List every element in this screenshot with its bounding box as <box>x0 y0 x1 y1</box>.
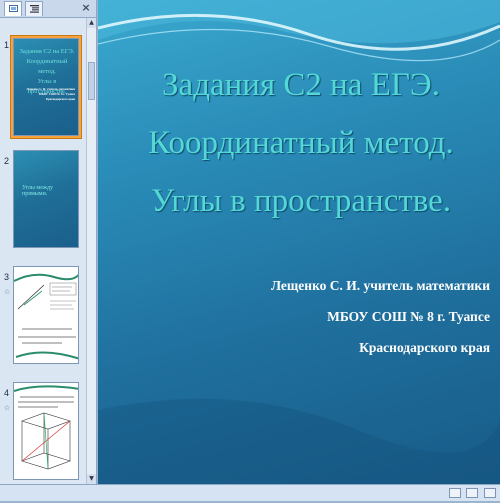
slide-number: 4 <box>4 388 10 398</box>
author-line: МБОУ СОШ № 8 г. Туапсе <box>327 309 490 324</box>
slide-number: 3 <box>4 272 10 282</box>
scroll-down-icon[interactable]: ▼ <box>87 474 96 484</box>
slideshow-button[interactable] <box>484 488 496 498</box>
slide-diagram <box>14 385 78 470</box>
author-line: Краснодарского края <box>359 340 490 355</box>
slide-preview <box>13 382 79 480</box>
slide-diagram <box>14 273 78 360</box>
outline-icon <box>30 5 39 13</box>
view-buttons <box>446 487 496 503</box>
thumb-text: Углы между прямыми. <box>22 185 54 197</box>
slide-preview: Углы между прямыми. <box>13 150 79 248</box>
slide-canvas[interactable]: Задания С2 на ЕГЭ. Координатный метод. У… <box>98 0 500 484</box>
thumb-author-line: Краснодарского края <box>45 97 75 101</box>
author-line: Лещенко С. И. учитель математики <box>270 278 490 293</box>
title-line: Задания С2 на ЕГЭ. <box>162 67 440 103</box>
outline-tab[interactable] <box>25 1 43 16</box>
slide-preview: Задания С2 на ЕГЭ. Координатный метод. У… <box>13 38 79 136</box>
animation-icon: ☆ <box>3 404 11 412</box>
slide-sorter-button[interactable] <box>466 488 479 498</box>
slide-author-block: Лещенко С. И. учитель математики МБОУ СО… <box>271 270 490 363</box>
thumb-title-line: Задания С2 на ЕГЭ. <box>19 48 75 55</box>
title-line: Углы в пространстве. <box>150 183 452 219</box>
thumb-title-line: Координатный метод. <box>26 58 68 75</box>
slides-icon <box>9 5 18 12</box>
pane-tabs: × <box>0 0 96 18</box>
slides-tab[interactable] <box>4 1 22 16</box>
thumbnail-scrollbar[interactable]: ▲ ▼ <box>86 18 96 484</box>
slide-title: Задания С2 на ЕГЭ. Координатный метод. У… <box>112 56 490 230</box>
status-bar <box>0 484 500 501</box>
slides-pane: × 1 Задания С2 на ЕГЭ. Координатный мето… <box>0 0 97 484</box>
normal-view-button[interactable] <box>448 488 461 498</box>
scroll-up-icon[interactable]: ▲ <box>87 18 96 28</box>
slide-number: 1 <box>4 40 10 50</box>
animation-icon: ☆ <box>3 288 11 296</box>
scrollbar-thumb[interactable] <box>88 62 95 100</box>
title-line: Координатный метод. <box>148 125 454 161</box>
slide-number: 2 <box>4 156 10 166</box>
slide-preview <box>13 266 79 364</box>
close-icon[interactable]: × <box>80 2 92 14</box>
